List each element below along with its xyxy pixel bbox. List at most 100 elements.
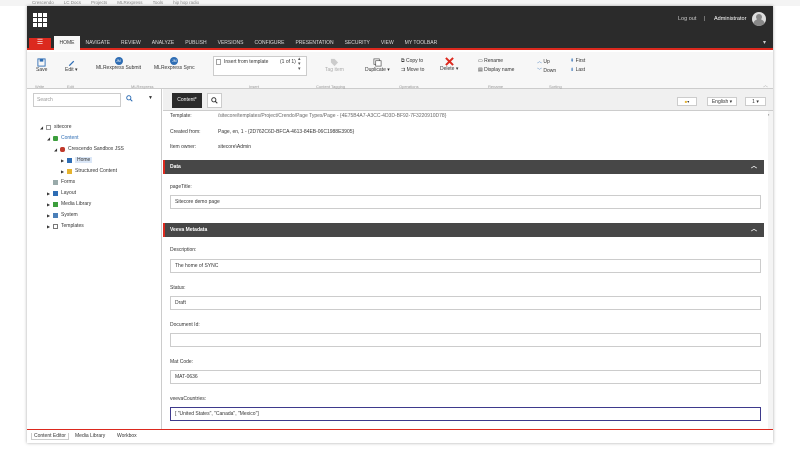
tab-presentation[interactable]: PRESENTATION [290,36,339,50]
templates-icon [53,223,58,229]
mlr-sync-button[interactable]: JM MLRexpress Sync [154,57,195,71]
notifications-button[interactable]: ■▾ [677,97,697,106]
copy-icon: ⧉ [401,58,405,64]
countries-label: veevaCountries: [170,396,207,402]
tree-node-content[interactable]: ◢ Content [47,135,79,141]
section-data[interactable]: Data ︿ [163,160,764,174]
sitecore-logo-icon[interactable] [33,13,47,27]
mlr-submit-button[interactable]: JM MLRexpress Submit [96,57,141,71]
item-owner-label: Item owner: [170,144,197,150]
language-select[interactable]: English ▾ [707,97,737,106]
media-icon [53,201,58,207]
ribbon-tabs: ☰ HOME NAVIGATE REVIEW ANALYZE PUBLISH V… [27,36,773,50]
tree-node-templates[interactable]: ▶ Templates [47,223,84,229]
tab-home[interactable]: HOME [54,36,80,50]
tab-navigate[interactable]: NAVIGATE [80,36,116,50]
content-editor: Content* ■▾ English ▾ 1 ▾ Template: /sit… [163,89,773,429]
ribbon: Save Edit ▾ JM MLRexpress Submit JM MLRe… [27,52,773,89]
scroll-up-icon[interactable]: ▪ [768,112,769,117]
tree-node-layout[interactable]: ▶ Layout [47,190,76,196]
app-window: Log out | Administrator ☰ HOME NAVIGATE … [27,6,773,443]
tag-icon [330,58,339,67]
section-veeva-metadata[interactable]: Veeva Metadata ︿ [163,223,764,237]
tab-my-toolbar[interactable]: MY TOOLBAR [399,36,443,50]
countries-input[interactable]: [ "United States", "Canada", "Mexico"] [170,407,761,421]
top-bar: Log out | Administrator [27,6,773,36]
bottom-app-tabs: Content Editor Media Library Workbox [27,429,773,443]
delete-button[interactable]: Delete ▾ [440,57,458,72]
document-id-input[interactable] [170,333,761,347]
content-tree-panel: Search ▼ ◢ sitecore ◢ Content ◢ Crescendo S… [27,89,162,429]
avatar[interactable] [752,12,766,26]
copy-to-button[interactable]: ⧉ Copy to [401,58,423,64]
tag-item-button[interactable]: Tag item [325,58,344,73]
created-from-value: Page, en, 1 - {2D762C6D-BFCA-4613-84EB-0… [218,129,355,135]
editor-search-button[interactable] [207,93,222,108]
tree-node-media-library[interactable]: ▶ Media Library [47,201,91,207]
search-icon [211,97,218,104]
tree-node-forms[interactable]: Forms [47,179,75,185]
description-input[interactable]: The home of SYNC [170,259,761,273]
system-icon [53,212,58,218]
tab-media-library[interactable]: Media Library [75,433,105,439]
tree-node-structured-content[interactable]: ▶ Structured Content [61,168,117,174]
tab-review[interactable]: REVIEW [116,36,147,50]
topbar-separator: | [704,16,706,22]
version-select[interactable]: 1 ▾ [745,97,766,106]
double-chevron-up-icon: ⇞ [570,58,575,64]
display-name-button[interactable]: ▤ Display name [478,67,514,73]
tab-analyze[interactable]: ANALYZE [146,36,179,50]
mat-code-input[interactable]: MAT-0636 [170,370,761,384]
edit-button[interactable]: Edit ▾ [65,58,78,73]
tab-security[interactable]: SECURITY [339,36,375,50]
tree-node-home[interactable]: ▶ Home [61,157,93,163]
status-input[interactable]: Draft [170,296,761,310]
tree-node-sitecore[interactable]: ◢ sitecore [40,124,72,130]
tab-versions[interactable]: VERSIONS [212,36,249,50]
tab-content-editor[interactable]: Content Editor [31,433,69,440]
site-icon [60,146,65,152]
chevron-down-icon: ﹀ [537,68,543,74]
save-icon [37,58,46,67]
template-label: Template: [170,113,192,119]
tab-view[interactable]: VIEW [375,36,399,50]
edit-icon [68,60,74,67]
forms-icon [53,179,58,185]
duplicate-button[interactable]: Duplicate ▾ [365,58,390,73]
sort-up-button[interactable]: ︿ Up [537,58,550,65]
sort-last-button[interactable]: ⇟ Last [570,67,585,73]
menu-icon[interactable]: ☰ [29,38,51,48]
status-label: Status: [170,285,186,291]
page-title-input[interactable]: Sitecore demo page [170,195,761,209]
user-name[interactable]: Administrator [714,16,746,22]
mlr-icon: JM [114,57,123,65]
tab-workbox[interactable]: Workbox [117,433,137,439]
move-to-button[interactable]: ⇉ Move to [401,67,424,73]
tree-node-crescendo[interactable]: ◢ Crescendo Sandbox JSS [54,146,124,152]
template-value: /sitecore/templates/Project/Crendo/Page … [218,113,447,119]
content-icon [53,135,58,141]
folder-icon [67,168,72,174]
insert-from-template[interactable]: Insert from template (1 of 1) ▴ ▾ ▾ [213,56,307,76]
logout-link[interactable]: Log out [678,16,696,22]
sort-down-button[interactable]: ﹀ Down [537,67,556,74]
tab-publish[interactable]: PUBLISH [180,36,212,50]
tab-content[interactable]: Content* [172,93,202,108]
save-button[interactable]: Save [36,58,47,73]
search-options-icon[interactable]: ▼ [148,95,153,101]
collapse-icon[interactable]: ︿ [763,82,768,89]
chevron-up-icon: ︿ [750,227,757,233]
scrollbar[interactable] [768,111,773,429]
tree-node-system[interactable]: ▶ System [47,212,78,218]
search-icon[interactable] [126,95,133,102]
rename-button[interactable]: ▭ Rename [478,58,503,64]
sort-first-button[interactable]: ⇞ First [570,58,585,64]
tab-configure[interactable]: CONFIGURE [249,36,290,50]
description-label: Description: [170,247,197,253]
mat-code-label: Mat Code: [170,359,194,365]
collapse-ribbon-icon[interactable]: ▾ [763,39,766,46]
chevron-up-icon: ︿ [750,164,757,170]
tree-search-input[interactable]: Search [33,93,121,107]
item-form: Template: /sitecore/templates/Project/Cr… [163,111,773,429]
spinner-arrows-icon: ▴ ▾ ▾ [298,56,301,72]
